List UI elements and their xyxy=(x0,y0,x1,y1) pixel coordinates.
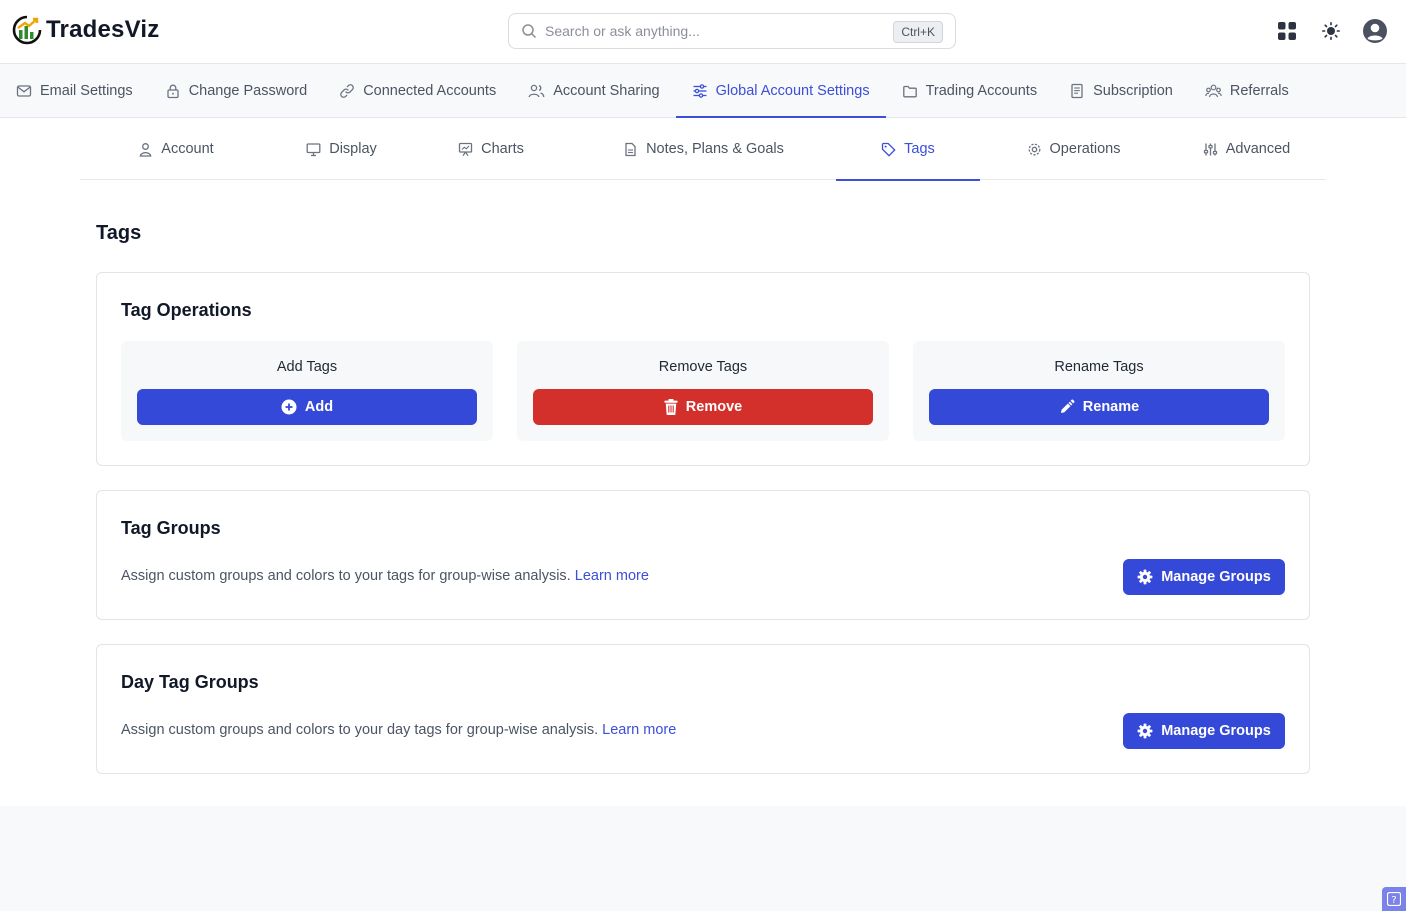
tab-change-password[interactable]: Change Password xyxy=(149,64,324,117)
search-shortcut-badge: Ctrl+K xyxy=(893,21,943,43)
manage-groups-label: Manage Groups xyxy=(1161,723,1271,739)
logo-text: TradesViz xyxy=(46,16,160,43)
help-widget-button[interactable]: ? xyxy=(1382,887,1406,911)
day-tag-groups-learn-more-link[interactable]: Learn more xyxy=(602,722,676,738)
subtab-display[interactable]: Display xyxy=(272,118,411,180)
manage-groups-label: Manage Groups xyxy=(1161,569,1271,585)
subtab-label: Advanced xyxy=(1225,141,1291,157)
subtab-operations[interactable]: Operations xyxy=(980,118,1167,180)
adjustments-icon xyxy=(1203,142,1218,157)
remove-tags-label: Remove Tags xyxy=(658,359,748,375)
subtab-label: Display xyxy=(329,141,377,157)
gear-icon xyxy=(1137,723,1153,739)
day-tag-groups-card: Day Tag Groups Assign custom groups and … xyxy=(96,644,1310,774)
settings-content: Account Display Charts Notes, Plans & Go… xyxy=(0,118,1406,806)
plus-circle-icon xyxy=(281,399,297,415)
tag-groups-learn-more-link[interactable]: Learn more xyxy=(575,568,649,584)
add-tags-panel: Add Tags Add xyxy=(121,341,493,441)
subtab-notes-plans-goals[interactable]: Notes, Plans & Goals xyxy=(571,118,836,180)
page-title: Tags xyxy=(96,222,142,244)
subtab-charts[interactable]: Charts xyxy=(411,118,571,180)
help-icon: ? xyxy=(1387,892,1401,906)
apps-grid-icon[interactable] xyxy=(1274,18,1300,44)
rename-button-label: Rename xyxy=(1082,399,1140,415)
gear-icon xyxy=(1137,569,1153,585)
subtab-advanced[interactable]: Advanced xyxy=(1167,118,1326,180)
add-button-label: Add xyxy=(304,399,334,415)
tab-label: Change Password xyxy=(188,82,308,99)
folder-icon xyxy=(902,83,918,99)
people-icon xyxy=(1205,83,1222,99)
tab-account-sharing[interactable]: Account Sharing xyxy=(512,64,675,117)
day-tag-groups-title: Day Tag Groups xyxy=(121,672,259,692)
subtab-label: Notes, Plans & Goals xyxy=(646,141,784,157)
rename-tags-panel: Rename Tags Rename xyxy=(913,341,1285,441)
sliders-icon xyxy=(692,83,708,99)
monitor-icon xyxy=(306,142,321,157)
tag-icon xyxy=(881,142,896,157)
tab-subscription[interactable]: Subscription xyxy=(1053,64,1189,117)
search-icon xyxy=(521,23,537,39)
add-tags-label: Add Tags xyxy=(276,359,338,375)
tab-label: Connected Accounts xyxy=(363,82,497,99)
top-header: TradesViz Ctrl+K xyxy=(0,0,1406,64)
manage-day-tag-groups-button[interactable]: Manage Groups xyxy=(1123,713,1285,749)
user-icon xyxy=(138,142,153,157)
mail-icon xyxy=(16,83,32,99)
trash-icon xyxy=(664,399,678,415)
pencil-icon xyxy=(1059,399,1075,415)
remove-button-label: Remove xyxy=(685,399,743,415)
users-icon xyxy=(528,83,545,99)
tag-groups-description: Assign custom groups and colors to your … xyxy=(121,568,649,584)
document-icon xyxy=(623,142,638,157)
tab-email-settings[interactable]: Email Settings xyxy=(0,64,149,117)
tab-label: Trading Accounts xyxy=(925,82,1038,99)
tag-operations-title: Tag Operations xyxy=(121,300,252,320)
day-tag-groups-description-text: Assign custom groups and colors to your … xyxy=(121,722,599,738)
tag-groups-card: Tag Groups Assign custom groups and colo… xyxy=(96,490,1310,620)
rename-tags-button[interactable]: Rename xyxy=(929,389,1269,425)
tab-label: Subscription xyxy=(1093,82,1173,99)
remove-tags-button[interactable]: Remove xyxy=(533,389,873,425)
user-avatar-icon[interactable] xyxy=(1362,18,1388,44)
main-nav: Email Settings Change Password Connected… xyxy=(0,64,1406,118)
presentation-icon xyxy=(458,142,473,157)
manage-tag-groups-button[interactable]: Manage Groups xyxy=(1123,559,1285,595)
tag-groups-title: Tag Groups xyxy=(121,518,221,538)
tab-label: Account Sharing xyxy=(553,82,660,99)
subtab-tags[interactable]: Tags xyxy=(836,118,980,181)
subtab-account[interactable]: Account xyxy=(80,118,272,180)
rename-tags-label: Rename Tags xyxy=(1054,359,1144,375)
tab-global-account-settings[interactable]: Global Account Settings xyxy=(675,64,886,118)
subtab-label: Tags xyxy=(904,141,935,157)
settings-sub-nav: Account Display Charts Notes, Plans & Go… xyxy=(80,118,1326,181)
tab-label: Referrals xyxy=(1229,82,1289,99)
remove-tags-panel: Remove Tags Remove xyxy=(517,341,889,441)
help-label: ? xyxy=(1391,895,1396,906)
tab-connected-accounts[interactable]: Connected Accounts xyxy=(323,64,512,117)
subtab-label: Charts xyxy=(481,141,524,157)
logo-icon xyxy=(12,15,42,45)
lock-icon xyxy=(165,83,181,99)
tab-label: Email Settings xyxy=(40,82,133,99)
sun-theme-icon[interactable] xyxy=(1318,18,1344,44)
tag-operations-card: Tag Operations Add Tags Add Remove Tags … xyxy=(96,272,1310,466)
tab-referrals[interactable]: Referrals xyxy=(1189,64,1305,117)
tab-label: Global Account Settings xyxy=(715,82,870,99)
day-tag-groups-description: Assign custom groups and colors to your … xyxy=(121,722,676,738)
tag-groups-description-text: Assign custom groups and colors to your … xyxy=(121,568,571,584)
link-icon xyxy=(339,83,355,99)
receipt-icon xyxy=(1069,83,1085,99)
add-tags-button[interactable]: Add xyxy=(137,389,477,425)
gear-icon xyxy=(1027,142,1042,157)
logo[interactable]: TradesViz xyxy=(12,15,159,45)
tab-trading-accounts[interactable]: Trading Accounts xyxy=(886,64,1054,117)
subtab-label: Account xyxy=(161,141,214,157)
search-bar[interactable]: Ctrl+K xyxy=(508,13,956,49)
subtab-label: Operations xyxy=(1049,141,1121,157)
